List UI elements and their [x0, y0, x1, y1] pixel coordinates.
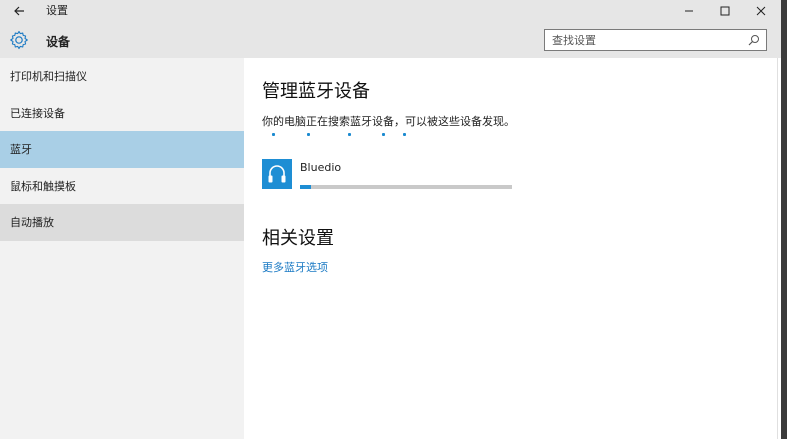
maximize-button[interactable]	[707, 0, 743, 22]
progress-dot	[307, 133, 310, 136]
related-settings-title: 相关设置	[262, 228, 334, 249]
device-icon-tile	[262, 159, 292, 189]
more-bluetooth-options-link[interactable]: 更多蓝牙选项	[262, 259, 328, 275]
window-title: 设置	[46, 4, 68, 17]
device-progress-fill	[300, 185, 311, 189]
sidebar-item-autoplay[interactable]: 自动播放	[0, 204, 244, 241]
search-status-text: 你的电脑正在搜索蓝牙设备，可以被这些设备发现。	[262, 115, 515, 128]
close-icon	[756, 6, 766, 16]
progress-dot	[272, 133, 275, 136]
close-button[interactable]	[743, 0, 779, 22]
search-box[interactable]	[544, 29, 767, 51]
progress-dot	[382, 133, 385, 136]
progress-dot	[348, 133, 351, 136]
progress-dot	[403, 133, 406, 136]
sidebar-item-bluetooth[interactable]: 蓝牙	[0, 131, 244, 168]
sidebar-item-printers-scanners[interactable]: 打印机和扫描仪	[0, 58, 244, 95]
arrow-left-icon	[14, 6, 24, 16]
device-item-bluedio[interactable]: Bluedio	[262, 159, 522, 191]
window-edge	[781, 0, 787, 439]
sidebar-item-mouse-touchpad[interactable]: 鼠标和触摸板	[0, 168, 244, 205]
search-input[interactable]	[545, 30, 740, 50]
headphones-icon	[268, 165, 286, 183]
search-icon[interactable]	[748, 34, 760, 46]
sidebar-item-connected-devices[interactable]: 已连接设备	[0, 95, 244, 132]
page-header: 设备	[0, 22, 787, 58]
page-category-title: 设备	[46, 35, 71, 49]
page-title: 管理蓝牙设备	[262, 81, 370, 102]
title-bar: 设置	[0, 0, 787, 22]
minimize-icon	[685, 10, 693, 12]
main-content: 管理蓝牙设备 你的电脑正在搜索蓝牙设备，可以被这些设备发现。 Bluedio 相	[244, 58, 777, 439]
maximize-icon	[720, 6, 730, 16]
gear-icon	[10, 30, 28, 50]
settings-window: 设置 设备 查找设置 打印机和扫描仪 已连接设备 蓝牙 鼠标和触摸板 自动播放 …	[0, 0, 787, 439]
device-name: Bluedio	[300, 161, 342, 174]
back-button[interactable]	[10, 2, 28, 20]
device-connection-progress	[300, 185, 512, 189]
minimize-button[interactable]	[671, 0, 707, 22]
sidebar-nav: 打印机和扫描仪 已连接设备 蓝牙 鼠标和触摸板 自动播放	[0, 58, 244, 439]
